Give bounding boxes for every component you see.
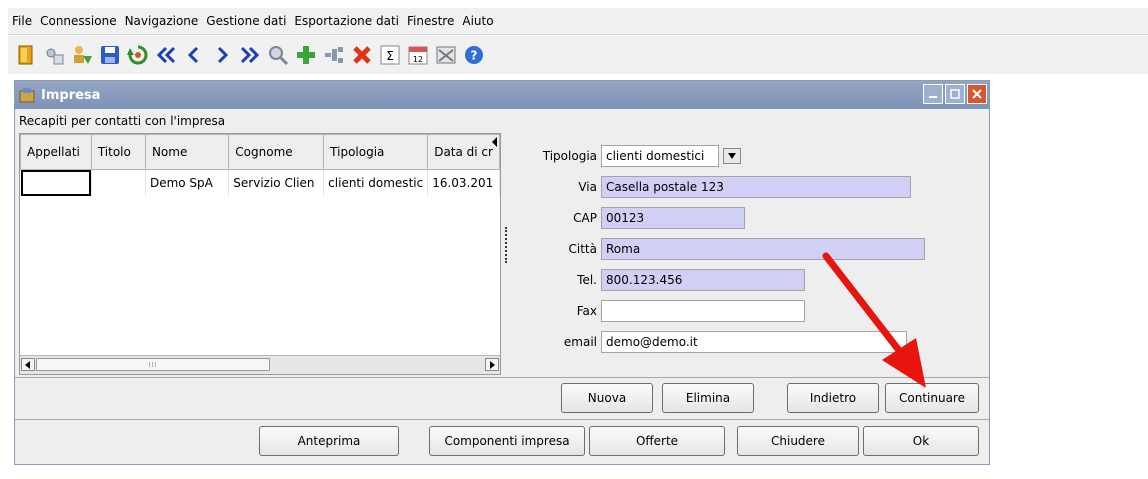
left-edge xyxy=(0,0,8,479)
column-header-nome[interactable]: Nome xyxy=(144,134,230,170)
table-cell-appellati[interactable] xyxy=(20,169,92,196)
delete-icon[interactable] xyxy=(350,43,374,67)
citta-field[interactable]: Roma xyxy=(601,238,925,260)
contacts-table: Appellati Titolo Nome Cognome Tipologia … xyxy=(20,134,500,196)
scroll-left-button[interactable] xyxy=(21,358,35,371)
email-label: email xyxy=(563,335,597,349)
sum-icon[interactable]: Σ xyxy=(378,43,402,67)
email-field[interactable]: demo@demo.it xyxy=(601,331,907,353)
connect-icon[interactable] xyxy=(322,43,346,67)
calendar-icon-text: 12 xyxy=(413,55,423,64)
anteprima-button[interactable]: Anteprima xyxy=(259,426,399,456)
nuova-button[interactable]: Nuova xyxy=(561,383,653,413)
table-row[interactable]: Demo SpA Servizio Clien clienti domestic… xyxy=(20,169,500,196)
elimina-button[interactable]: Elimina xyxy=(662,383,754,413)
via-row: Via Casella postale 123 xyxy=(515,176,911,198)
tipologia-row: Tipologia clienti domestici xyxy=(515,145,741,167)
scroll-thumb[interactable]: III xyxy=(36,358,270,371)
users-icon[interactable] xyxy=(70,43,94,67)
record-buttons-row: Nuova Elimina Indietro Continuare xyxy=(15,377,989,419)
menu-gestione-dati[interactable]: Gestione dati xyxy=(202,8,290,34)
sum-icon-text: Σ xyxy=(386,49,394,63)
application-window: File Connessione Navigazione Gestione da… xyxy=(0,0,1148,479)
cap-row: CAP 00123 xyxy=(515,207,745,229)
table-cell-nome[interactable]: Demo SpA xyxy=(145,169,230,196)
menu-aiuto[interactable]: Aiuto xyxy=(458,8,497,34)
tel-row: Tel. 800.123.456 xyxy=(515,269,805,291)
menu-navigazione[interactable]: Navigazione xyxy=(121,8,203,34)
chevron-down-icon[interactable] xyxy=(723,148,741,164)
tel-label: Tel. xyxy=(577,273,597,287)
continuare-button[interactable]: Continuare xyxy=(885,383,979,413)
contact-form: Tipologia clienti domestici Via Casella … xyxy=(515,133,987,375)
tel-field[interactable]: 800.123.456 xyxy=(601,269,805,291)
cap-label: CAP xyxy=(573,211,597,225)
window-title-bar[interactable]: Impresa xyxy=(15,81,989,109)
cap-field[interactable]: 00123 xyxy=(601,207,745,229)
first-record-icon[interactable] xyxy=(154,43,178,67)
fax-row: Fax xyxy=(515,300,805,322)
table-cell-tipologia[interactable]: clienti domestic xyxy=(323,169,429,196)
add-icon[interactable] xyxy=(294,43,318,67)
menu-esportazione-dati[interactable]: Esportazione dati xyxy=(290,8,403,34)
search-icon[interactable] xyxy=(266,43,290,67)
minimize-button[interactable] xyxy=(923,84,943,104)
exit-icon[interactable] xyxy=(14,43,38,67)
fax-label: Fax xyxy=(576,304,597,318)
tipologia-label: Tipologia xyxy=(542,149,597,163)
table-cell-cognome[interactable]: Servizio Clien xyxy=(228,169,325,196)
menu-bar: File Connessione Navigazione Gestione da… xyxy=(8,8,1148,35)
menu-connessione[interactable]: Connessione xyxy=(36,8,120,34)
column-header-data[interactable]: Data di cr xyxy=(427,134,500,170)
maximize-button[interactable] xyxy=(945,84,965,104)
chiudere-button[interactable]: Chiudere xyxy=(737,426,859,456)
refresh-icon[interactable] xyxy=(126,43,150,67)
citta-label: Città xyxy=(568,242,597,256)
offerte-button[interactable]: Offerte xyxy=(589,426,725,456)
via-label: Via xyxy=(578,180,597,194)
splitter-grip xyxy=(505,227,509,263)
scroll-right-button[interactable] xyxy=(485,358,499,371)
column-header-titolo[interactable]: Titolo xyxy=(90,134,146,170)
table-cell-titolo[interactable] xyxy=(91,169,146,196)
email-row: email demo@demo.it xyxy=(515,331,907,353)
svg-text:?: ? xyxy=(471,49,478,63)
toolbar: Σ 12 ? xyxy=(8,36,1148,74)
contacts-table-panel: Appellati Titolo Nome Cognome Tipologia … xyxy=(19,133,501,375)
window-app-icon xyxy=(19,87,35,103)
calendar-icon[interactable]: 12 xyxy=(406,43,430,67)
table-cell-data[interactable]: 16.03.201 xyxy=(427,169,500,196)
panel-splitter[interactable] xyxy=(503,133,511,375)
email-icon[interactable] xyxy=(434,43,458,67)
via-field[interactable]: Casella postale 123 xyxy=(601,176,911,198)
previous-record-icon[interactable] xyxy=(182,43,206,67)
column-header-tipologia[interactable]: Tipologia xyxy=(323,134,429,170)
window-title: Impresa xyxy=(41,87,101,103)
window-buttons-row: Anteprima Componenti impresa Offerte Chi… xyxy=(15,419,989,464)
componenti-impresa-button[interactable]: Componenti impresa xyxy=(429,426,585,456)
tipologia-value[interactable]: clienti domestici xyxy=(601,145,719,167)
window-controls xyxy=(923,84,987,104)
column-header-cognome[interactable]: Cognome xyxy=(228,134,325,170)
section-label: Recapiti per contatti con l'impresa xyxy=(19,114,226,128)
help-icon[interactable]: ? xyxy=(462,43,486,67)
menu-finestre[interactable]: Finestre xyxy=(403,8,458,34)
citta-row: Città Roma xyxy=(515,238,925,260)
menu-file[interactable]: File xyxy=(8,8,36,34)
indietro-button[interactable]: Indietro xyxy=(787,383,879,413)
close-button[interactable] xyxy=(967,84,987,104)
fax-field[interactable] xyxy=(601,300,805,322)
impresa-window: Impresa Recapiti per contatti con l'impr… xyxy=(14,80,990,465)
next-record-icon[interactable] xyxy=(210,43,234,67)
properties-icon[interactable] xyxy=(42,43,66,67)
table-header-row: Appellati Titolo Nome Cognome Tipologia … xyxy=(20,134,500,170)
column-header-appellati[interactable]: Appellati xyxy=(20,134,92,170)
last-record-icon[interactable] xyxy=(238,43,262,67)
column-scroll-arrow-icon[interactable] xyxy=(492,136,498,150)
horizontal-scrollbar[interactable]: III xyxy=(20,355,500,374)
ok-button[interactable]: Ok xyxy=(863,426,979,456)
save-icon[interactable] xyxy=(98,43,122,67)
tipologia-select[interactable]: clienti domestici xyxy=(601,145,741,167)
